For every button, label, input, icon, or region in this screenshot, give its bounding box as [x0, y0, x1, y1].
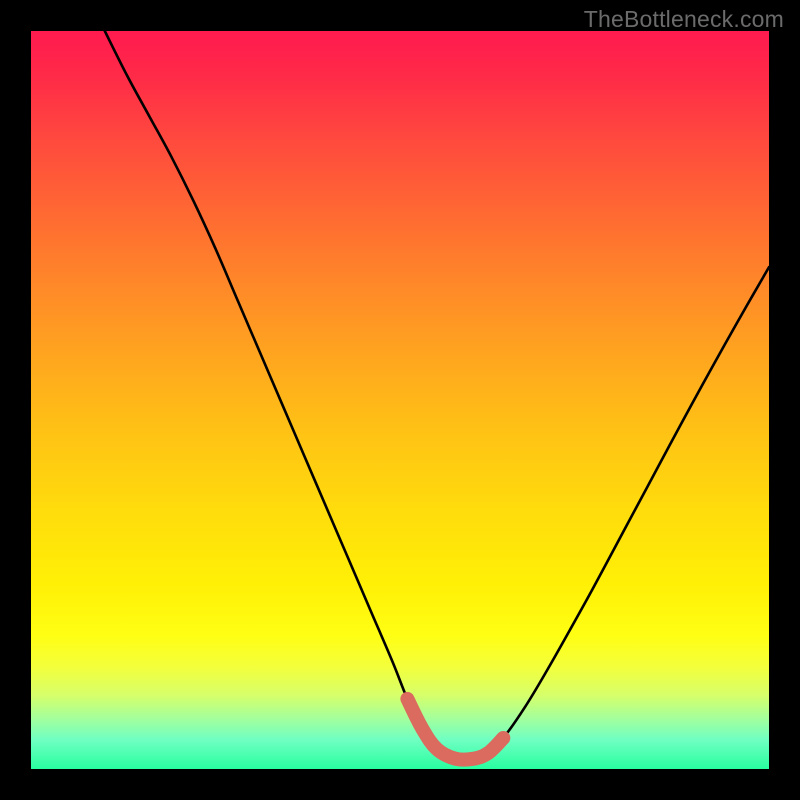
chart-plot-area [31, 31, 769, 769]
chart-svg [31, 31, 769, 769]
optimal-band-line [407, 699, 503, 760]
watermark-text: TheBottleneck.com [584, 6, 784, 33]
bottleneck-curve-line [105, 31, 769, 760]
